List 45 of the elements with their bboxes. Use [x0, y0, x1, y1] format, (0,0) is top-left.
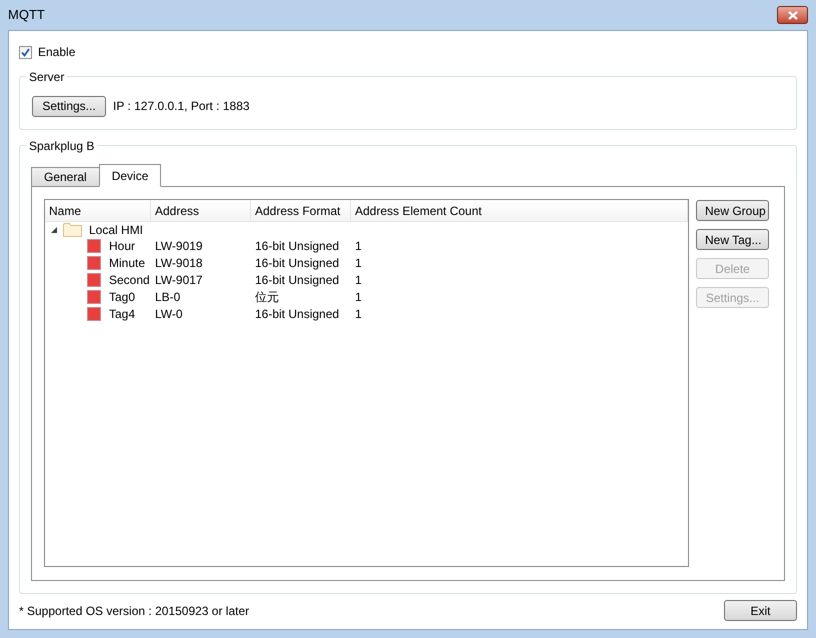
tree-item[interactable]: Minute	[109, 254, 146, 272]
footer-note: * Supported OS version : 20150923 or later	[19, 602, 250, 620]
table-cell-text: LW-9018	[155, 254, 204, 272]
table-cell-text: 16-bit Unsigned	[255, 254, 340, 272]
column-header[interactable]: Name	[45, 200, 151, 221]
tree-item[interactable]: Hour	[109, 236, 136, 254]
column-header[interactable]: Address	[151, 200, 251, 221]
dialog-button[interactable]: Exit	[724, 600, 797, 621]
column-header[interactable]: Address Element Count	[351, 200, 688, 221]
close-icon	[788, 10, 798, 20]
tree-item[interactable]: Tag0	[109, 288, 136, 306]
table-cell-text: 1	[355, 272, 362, 288]
column-header[interactable]: Address Format	[251, 200, 351, 221]
dialog-button[interactable]: New Tag...	[696, 229, 769, 250]
tag-icon	[87, 238, 101, 252]
table-cell-text: LW-9017	[155, 272, 204, 288]
table-cell-text: 1	[355, 306, 362, 322]
enable-label: Enable	[38, 44, 76, 61]
table-cell-text: LB-0	[155, 288, 182, 306]
table-cell-text: 1	[355, 254, 362, 272]
table-cell-text: 16-bit Unsigned	[255, 238, 340, 254]
tab[interactable]: Device	[98, 164, 162, 187]
tag-icon	[87, 306, 101, 320]
tree-item[interactable]: Local HMI	[89, 220, 144, 238]
folder-icon	[63, 222, 82, 237]
close-button[interactable]	[777, 6, 808, 24]
tab[interactable]: General	[31, 167, 100, 187]
table-cell-text: 位元	[255, 288, 280, 306]
tag-icon	[87, 256, 101, 270]
tree-item[interactable]: Second	[109, 270, 150, 288]
dialog-button[interactable]: New Group	[696, 200, 769, 221]
table-cell-text: 1	[355, 288, 362, 306]
enable-checkbox[interactable]	[19, 46, 32, 58]
dialog-button[interactable]: Settings...	[32, 96, 106, 116]
table-cell-text: 1	[355, 238, 362, 254]
tag-icon	[87, 290, 101, 304]
server-info: IP : 127.0.0.1, Port : 1883	[113, 98, 250, 115]
table-cell-text: 16-bit Unsigned	[255, 272, 340, 288]
tag-icon	[87, 272, 101, 286]
table-cell-text: 16-bit Unsigned	[255, 306, 340, 322]
tree-item[interactable]: Tag4	[109, 304, 136, 322]
window-title: MQTT	[8, 6, 45, 24]
table-cell-text: LW-0	[155, 306, 184, 322]
expand-arrow-icon[interactable]	[51, 226, 57, 232]
table-cell-text: LW-9019	[155, 238, 204, 254]
